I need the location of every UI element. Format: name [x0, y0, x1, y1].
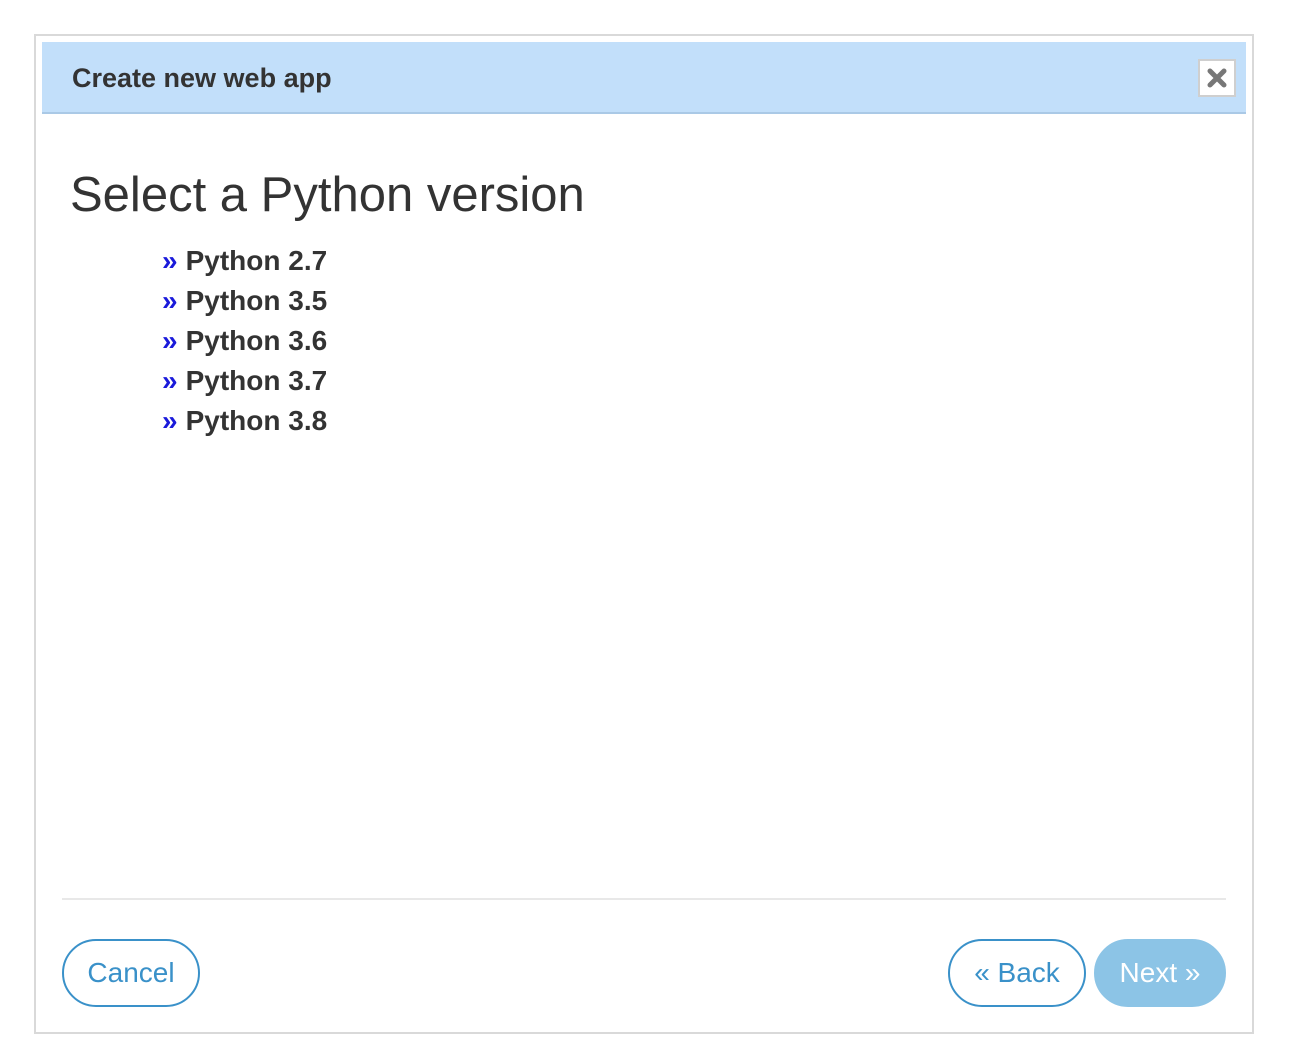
python-version-label: Python 3.8: [185, 405, 328, 436]
chevron-right-icon: »: [162, 325, 178, 356]
close-icon: [1207, 68, 1227, 88]
python-version-option-3-6[interactable]: » Python 3.6: [162, 321, 327, 361]
python-version-label: Python 3.6: [185, 325, 328, 356]
python-version-option-3-8[interactable]: » Python 3.8: [162, 401, 327, 441]
python-version-option-3-5[interactable]: » Python 3.5: [162, 281, 327, 321]
page-title: Select a Python version: [70, 168, 585, 222]
close-button[interactable]: [1198, 59, 1236, 97]
dialog-title: Create new web app: [72, 63, 332, 93]
create-web-app-dialog: Create new web app Select a Python versi…: [34, 34, 1254, 1034]
python-version-list: » Python 2.7 » Python 3.5 » Python 3.6 » Pyt…: [162, 241, 327, 441]
python-version-label: Python 3.7: [185, 365, 328, 396]
python-version-option-3-7[interactable]: » Python 3.7: [162, 361, 327, 401]
dialog-title-bar: Create new web app: [42, 42, 1246, 114]
chevron-right-icon: »: [162, 285, 178, 316]
python-version-label: Python 3.5: [185, 285, 328, 316]
python-version-option-2-7[interactable]: » Python 2.7: [162, 241, 327, 281]
back-button[interactable]: « Back: [948, 939, 1086, 1007]
chevron-right-icon: »: [162, 365, 178, 396]
chevron-right-icon: »: [162, 245, 178, 276]
cancel-button[interactable]: Cancel: [62, 939, 200, 1007]
python-version-label: Python 2.7: [185, 245, 328, 276]
chevron-right-icon: »: [162, 405, 178, 436]
next-button[interactable]: Next »: [1094, 939, 1226, 1007]
footer-divider: [62, 898, 1226, 900]
